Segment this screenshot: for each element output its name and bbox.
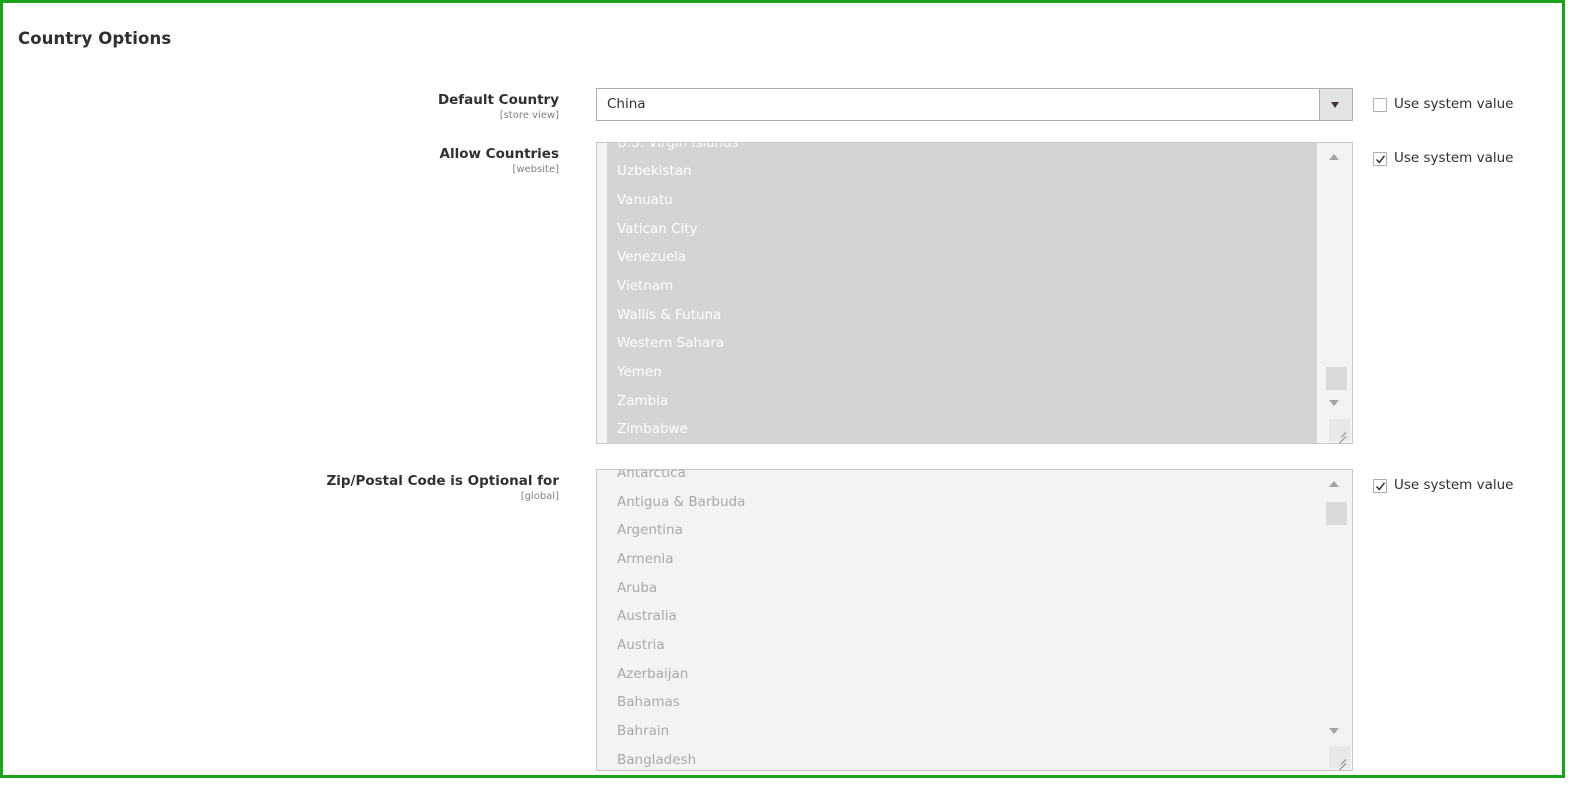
list-item[interactable]: Australia bbox=[617, 607, 677, 625]
arrow-up-icon[interactable] bbox=[1329, 154, 1339, 160]
list-item[interactable]: Argentina bbox=[617, 521, 683, 539]
resize-grip-icon[interactable] bbox=[1329, 746, 1350, 768]
allow-countries-scroll-thumb[interactable] bbox=[1326, 367, 1347, 390]
default-country-use-system-label: Use system value bbox=[1394, 96, 1514, 112]
section-title: Country Options bbox=[18, 29, 172, 48]
zip-optional-scroll-thumb[interactable] bbox=[1326, 502, 1347, 525]
arrow-down-icon[interactable] bbox=[1329, 728, 1339, 734]
allow-countries-scope: [website] bbox=[512, 164, 559, 175]
zip-optional-multiselect[interactable]: Antarctica Antigua & Barbuda Argentina A… bbox=[596, 469, 1353, 771]
list-item[interactable]: Wallis & Futuna bbox=[617, 306, 721, 324]
page-frame: Country Options Default Country [store v… bbox=[0, 0, 1565, 778]
list-item[interactable]: Bangladesh bbox=[617, 751, 696, 769]
list-item[interactable]: Vietnam bbox=[617, 277, 673, 295]
list-item[interactable]: Venezuela bbox=[617, 248, 686, 266]
allow-countries-use-system-label: Use system value bbox=[1394, 150, 1514, 166]
arrow-down-icon[interactable] bbox=[1329, 400, 1339, 406]
default-country-scope: [store view] bbox=[499, 110, 559, 121]
checkmark-icon bbox=[1375, 155, 1386, 164]
list-item[interactable]: Bahamas bbox=[617, 693, 680, 711]
default-country-select[interactable]: China bbox=[596, 88, 1353, 121]
default-country-use-system-checkbox[interactable] bbox=[1373, 98, 1387, 112]
default-country-label-text: Default Country bbox=[437, 92, 559, 108]
list-item[interactable]: Zimbabwe bbox=[617, 420, 688, 438]
arrow-up-icon[interactable] bbox=[1329, 481, 1339, 487]
default-country-value: China bbox=[607, 96, 646, 112]
zip-optional-scope: [global] bbox=[520, 491, 559, 502]
list-item[interactable]: Zambia bbox=[617, 392, 668, 410]
list-item[interactable]: Antigua & Barbuda bbox=[617, 493, 745, 511]
list-item[interactable]: Armenia bbox=[617, 550, 674, 568]
default-country-label: Default Country [store view] bbox=[438, 92, 559, 121]
allow-countries-options: U.S. Virgin Islands Uzbekistan Vanuatu V… bbox=[607, 143, 1317, 443]
list-item[interactable]: Uzbekistan bbox=[617, 162, 692, 180]
chevron-down-icon[interactable] bbox=[1319, 89, 1352, 120]
checkmark-icon bbox=[1375, 482, 1386, 491]
list-item[interactable]: Aruba bbox=[617, 579, 657, 597]
allow-countries-use-system-checkbox[interactable] bbox=[1373, 152, 1387, 166]
list-item[interactable]: Vanuatu bbox=[617, 191, 673, 209]
zip-optional-label-text: Zip/Postal Code is Optional for bbox=[326, 473, 559, 489]
zip-optional-use-system-checkbox[interactable] bbox=[1373, 479, 1387, 493]
allow-countries-multiselect[interactable]: U.S. Virgin Islands Uzbekistan Vanuatu V… bbox=[596, 142, 1353, 444]
list-item[interactable]: Yemen bbox=[617, 363, 662, 381]
zip-optional-label: Zip/Postal Code is Optional for [global] bbox=[326, 473, 559, 502]
list-item[interactable]: Bahrain bbox=[617, 722, 669, 740]
allow-countries-label-text: Allow Countries bbox=[439, 146, 559, 162]
resize-grip-icon[interactable] bbox=[1329, 419, 1350, 441]
list-item[interactable]: Western Sahara bbox=[617, 334, 724, 352]
allow-countries-label: Allow Countries [website] bbox=[440, 146, 559, 175]
zip-optional-use-system-label: Use system value bbox=[1394, 477, 1514, 493]
zip-optional-scrollbar[interactable] bbox=[1317, 470, 1352, 770]
allow-countries-scrollbar[interactable] bbox=[1317, 143, 1352, 443]
list-item[interactable]: Vatican City bbox=[617, 220, 698, 238]
list-item[interactable]: Azerbaijan bbox=[617, 665, 688, 683]
list-item[interactable]: U.S. Virgin Islands bbox=[617, 143, 739, 152]
list-item[interactable]: Austria bbox=[617, 636, 665, 654]
list-item[interactable]: Antarctica bbox=[617, 470, 686, 482]
